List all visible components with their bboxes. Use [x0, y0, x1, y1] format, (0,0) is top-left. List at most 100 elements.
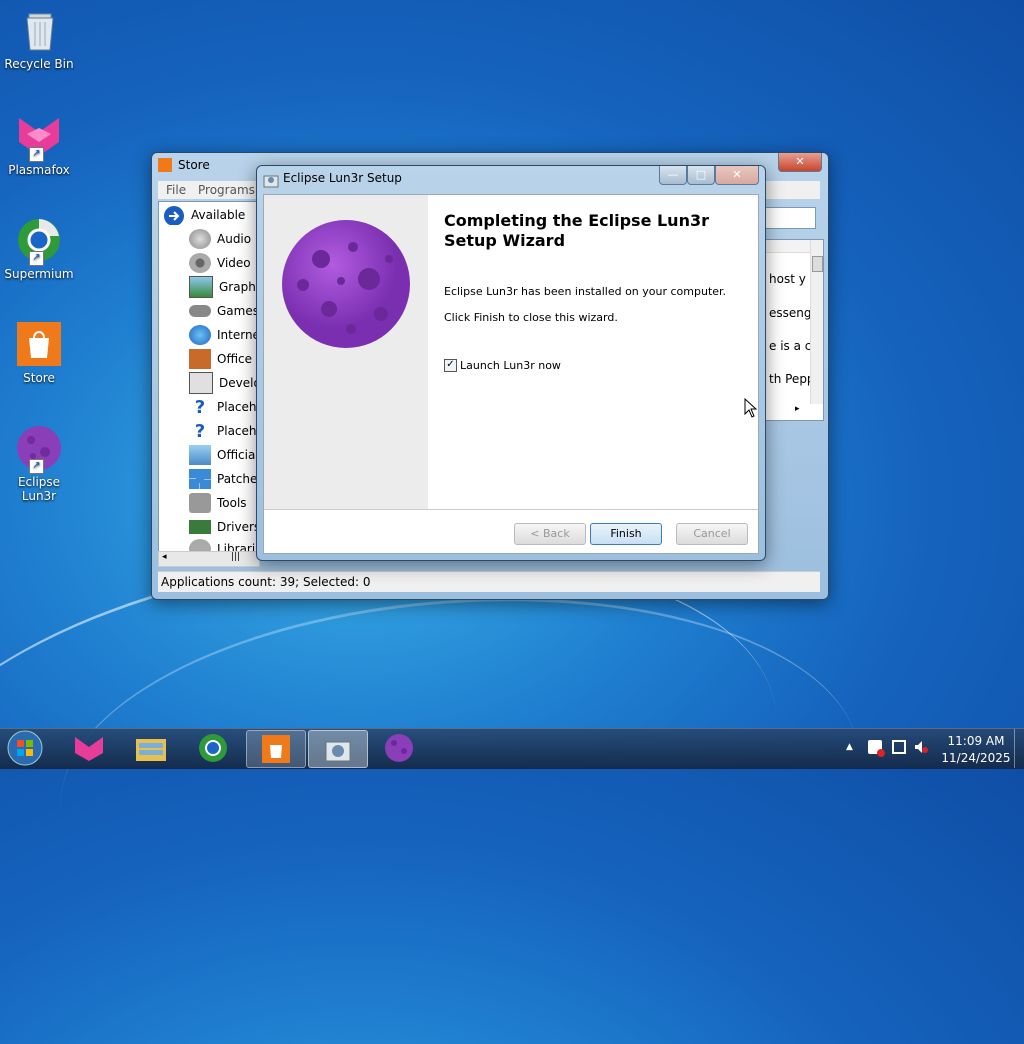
clock[interactable]: 11:09 AM 11/24/2025	[936, 733, 1016, 767]
desktop-icon-recycle-bin[interactable]: Recycle Bin	[0, 6, 78, 71]
desktop-icon-store[interactable]: Store	[0, 320, 78, 385]
store-icon	[15, 320, 63, 368]
tree-item-office[interactable]: Office	[189, 348, 252, 370]
dialog-titlebar[interactable]: Eclipse Lun3r Setup — □ ✕	[257, 166, 765, 192]
taskbar-file-explorer[interactable]	[122, 730, 180, 766]
status-bar: Applications count: 39; Selected: 0	[158, 571, 820, 592]
wizard-side-panel	[264, 195, 428, 509]
wizard-heading: Completing the Eclipse Lun3r Setup Wizar…	[444, 211, 709, 250]
tree-item-development[interactable]: Develo	[189, 372, 259, 394]
desktop-icon-label: Plasmafox	[8, 163, 70, 177]
app-description-snippet: e is a c	[769, 339, 812, 353]
launch-checkbox-row[interactable]: ✓ Launch Lun3r now	[444, 359, 561, 372]
image-icon	[189, 276, 213, 298]
app-description-snippet: esseng	[769, 306, 812, 320]
app-description-snippet: th Pepp	[769, 372, 815, 386]
arrow-circle-icon	[164, 206, 184, 225]
scroll-right-arrow-icon[interactable]: ▸	[795, 404, 800, 414]
tree-item-audio[interactable]: Audio	[189, 228, 251, 250]
tree-item-official[interactable]: Officia	[189, 444, 255, 466]
tree-item-video[interactable]: Video	[189, 252, 251, 274]
taskbar-eclipse-lun3r[interactable]	[370, 730, 428, 766]
tree-item-games[interactable]: Games	[189, 300, 259, 322]
search-box[interactable]	[764, 207, 816, 229]
taskbar-setup[interactable]	[308, 730, 368, 768]
plasmafox-icon	[75, 737, 103, 761]
eclipse-lun3r-icon: ↗	[15, 424, 63, 474]
tree-item-drivers[interactable]: Drivers	[189, 516, 259, 538]
desktop-icon-label: Recycle Bin	[4, 57, 74, 71]
wizard-installed-text: Eclipse Lun3r has been installed on your…	[444, 285, 727, 298]
office-icon	[189, 349, 211, 369]
show-desktop-button[interactable]	[1014, 729, 1024, 768]
wizard-divider	[264, 509, 758, 510]
minimize-button[interactable]: —	[659, 166, 687, 185]
supermium-icon	[199, 734, 227, 762]
taskbar-plasmafox[interactable]	[60, 730, 118, 766]
taskbar-store[interactable]	[246, 730, 306, 768]
tree-item-patches[interactable]: Patche	[189, 468, 257, 490]
supermium-icon: ↗	[15, 216, 63, 266]
maximize-button[interactable]: □	[687, 166, 715, 185]
tray-show-hidden-icon[interactable]: ▲	[846, 742, 853, 752]
vertical-scrollbar[interactable]	[810, 240, 823, 404]
launch-checkbox[interactable]: ✓	[444, 359, 457, 372]
back-button[interactable]: < Back	[514, 523, 586, 545]
scroll-grip[interactable]: |||	[231, 552, 240, 562]
start-orb-icon	[7, 730, 43, 766]
menu-programs[interactable]: Programs	[198, 183, 255, 197]
wizard-finish-text: Click Finish to close this wizard.	[444, 311, 618, 324]
question-mark-icon: ?	[194, 421, 206, 442]
file-explorer-icon	[136, 739, 166, 761]
windows-logo-icon	[189, 469, 211, 489]
app-list-panel[interactable]: host y esseng e is a c th Pepp ▸	[764, 239, 824, 421]
app-list-header	[765, 240, 811, 253]
eclipse-lun3r-logo-icon	[282, 220, 410, 348]
close-button[interactable]: ✕	[778, 153, 822, 172]
status-text: Applications count: 39; Selected: 0	[161, 575, 371, 589]
action-center-icon[interactable]	[868, 740, 885, 757]
tree-root-available[interactable]: Available	[163, 204, 245, 226]
shortcut-arrow-icon: ↗	[29, 251, 44, 266]
tree-item-placeholder-1[interactable]: ? Placeh	[189, 396, 257, 418]
mouse-cursor-icon	[744, 398, 758, 418]
finish-button[interactable]: Finish	[590, 523, 662, 545]
volume-muted-icon[interactable]	[914, 740, 928, 754]
setup-icon	[263, 175, 279, 188]
taskbar-supermium[interactable]	[184, 730, 242, 766]
tree-item-placeholder-2[interactable]: ? Placeh	[189, 420, 257, 442]
window-title: Store	[178, 158, 210, 172]
question-mark-icon: ?	[194, 397, 206, 418]
category-tree[interactable]: Available Audio Video Graphi Games Inter…	[158, 201, 260, 553]
tree-item-graphics[interactable]: Graphi	[189, 276, 259, 298]
tools-icon	[189, 493, 211, 513]
tree-horizontal-scrollbar[interactable]: ◂ |||	[158, 551, 260, 567]
clock-date: 11/24/2025	[941, 751, 1011, 765]
app-description-snippet: host y	[769, 272, 806, 286]
store-icon	[262, 735, 290, 763]
desktop-icon-label: Store	[23, 371, 55, 385]
desktop-icon-eclipse-lun3r[interactable]: ↗ Eclipse Lun3r	[0, 424, 78, 503]
network-icon[interactable]	[892, 740, 906, 754]
setup-icon	[325, 741, 351, 762]
gamepad-icon	[189, 305, 211, 317]
setup-dialog[interactable]: Eclipse Lun3r Setup — □ ✕ Completing the…	[256, 165, 766, 561]
eclipse-lun3r-icon	[385, 734, 413, 762]
tree-item-tools[interactable]: Tools	[189, 492, 247, 514]
cancel-button[interactable]: Cancel	[676, 523, 748, 545]
speaker-icon	[189, 229, 211, 249]
desktop-icon-plasmafox[interactable]: ↗ Plasmafox	[0, 112, 78, 177]
close-button[interactable]: ✕	[715, 166, 759, 185]
clock-time: 11:09 AM	[947, 734, 1005, 748]
window-icon	[189, 372, 213, 394]
official-icon	[189, 445, 211, 465]
desktop-icon-label: Eclipse Lun3r	[17, 475, 61, 503]
start-button[interactable]	[0, 730, 50, 766]
scroll-thumb[interactable]	[812, 256, 823, 272]
menu-file[interactable]: File	[166, 183, 186, 197]
tree-item-internet[interactable]: Interne	[189, 324, 259, 346]
globe-icon	[189, 325, 211, 345]
wizard-body: Completing the Eclipse Lun3r Setup Wizar…	[263, 194, 759, 554]
scroll-left-arrow-icon[interactable]: ◂	[162, 552, 167, 562]
desktop-icon-supermium[interactable]: ↗ Supermium	[0, 216, 78, 281]
